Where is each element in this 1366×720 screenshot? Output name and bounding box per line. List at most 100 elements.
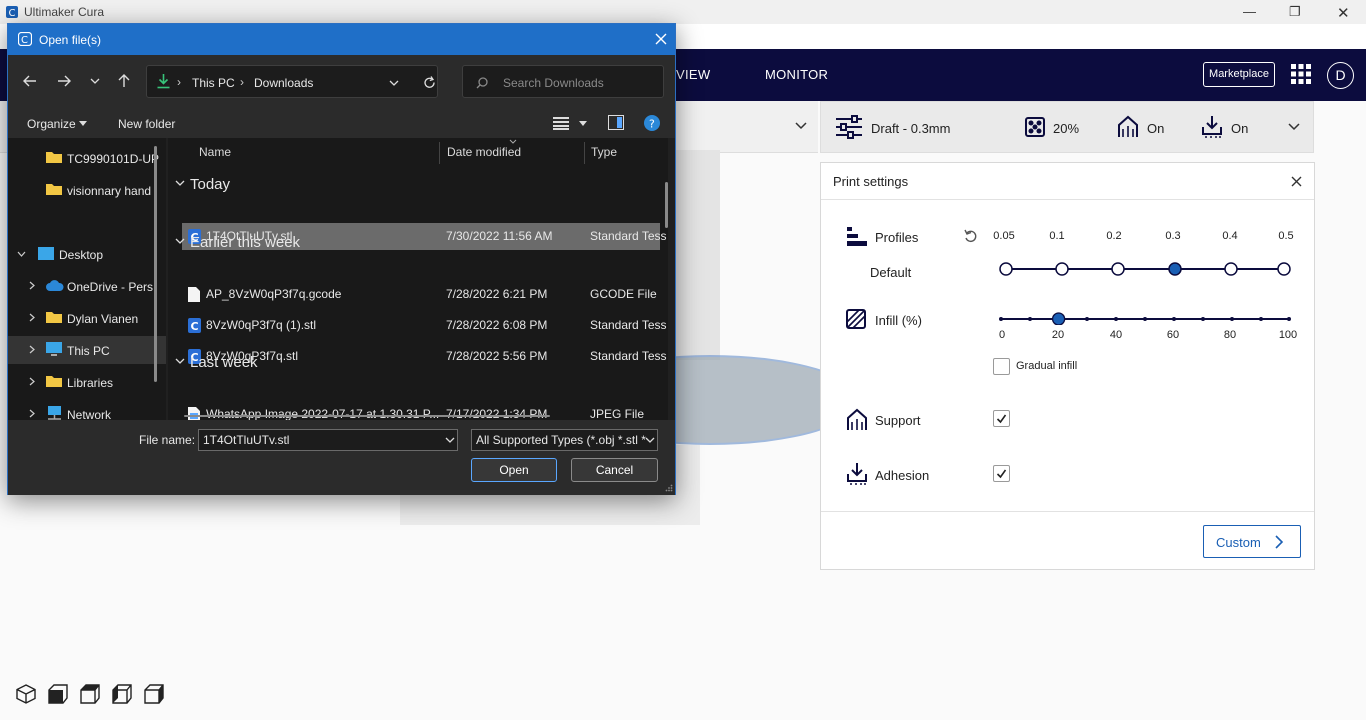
marketplace-button[interactable]: Marketplace [1203,62,1275,87]
close-icon[interactable] [1291,176,1302,187]
group-header-last-week[interactable]: Last week [190,354,258,371]
right-view-icon[interactable] [144,684,164,704]
tab-view[interactable]: VIEW [676,67,710,82]
search-placeholder: Search Downloads [503,76,604,90]
up-arrow-icon[interactable] [118,74,130,88]
layer-height-slider[interactable] [998,260,1292,278]
group-chevron-icon[interactable] [175,238,185,245]
nav-item-label: OneDrive - Pers [67,280,154,294]
nav-item[interactable]: Libraries [8,368,166,396]
recent-locations-chevron-icon[interactable] [90,78,100,85]
group-header-earlier-this-week[interactable]: Earlier this week [190,234,300,251]
preview-pane-icon[interactable] [608,115,624,130]
group-chevron-icon[interactable] [175,180,185,187]
infill-tick-dot [999,317,1003,321]
collapsed-chevron-icon[interactable] [29,345,35,354]
nav-scrollbar[interactable] [154,146,157,382]
nav-item-label: Dylan Vianen [67,312,139,326]
file-date: 7/28/2022 5:56 PM [446,349,548,363]
cancel-button[interactable]: Cancel [571,458,658,482]
file-row[interactable]: AP_8VzW0qP3f7q.gcode 7/28/2022 6:21 PM G… [182,281,660,308]
folder-icon [46,312,62,323]
avatar[interactable]: D [1327,62,1354,89]
adhesion-checkbox[interactable] [993,465,1010,482]
file-row[interactable]: C 8VzW0qP3f7q (1).stl 7/28/2022 6:08 PM … [182,312,667,339]
nav-item[interactable]: Desktop [8,240,166,268]
close-icon[interactable] [655,33,667,45]
file-name-input[interactable]: 1T4OtTluUTv.stl [198,429,458,451]
column-header-type[interactable]: Type [591,138,617,166]
group-chevron-icon[interactable] [175,358,185,365]
download-icon [157,74,170,89]
collapsed-chevron-icon[interactable] [29,313,35,322]
address-dropdown-icon[interactable] [389,80,399,87]
view-dropdown-icon[interactable] [579,121,587,126]
left-view-icon[interactable] [112,684,132,704]
forward-arrow-icon[interactable] [57,75,71,87]
apps-grid-icon[interactable] [1290,63,1312,85]
column-divider[interactable] [584,142,585,164]
gradual-infill-label: Gradual infill [1016,360,1078,372]
print-settings-summary[interactable]: Draft - 0.3mm 20% On On [820,101,1314,153]
reset-icon[interactable] [964,229,978,243]
help-icon[interactable]: ? [644,115,660,131]
custom-button[interactable]: Custom [1203,525,1301,558]
gradual-infill-checkbox[interactable] [993,358,1010,375]
front-view-icon[interactable] [48,684,68,704]
chevron-right-icon [1275,535,1284,549]
tab-monitor[interactable]: MONITOR [765,67,828,82]
infill-summary: 20% [1053,121,1080,136]
infill-slider[interactable] [997,309,1293,325]
maximize-icon[interactable]: ❐ [1289,4,1301,20]
sort-indicator-icon [509,139,517,144]
group-header-today[interactable]: Today [190,176,230,193]
nav-item-label: TC9990101D-UP [67,152,160,166]
pc-icon [46,342,62,356]
search-box[interactable]: Search Downloads [462,65,664,98]
file-row[interactable]: WhatsApp Image 2022-07-17 at 1.30.31 P..… [182,401,660,420]
adhesion-icon [847,463,867,485]
nav-item-label: Network [67,408,112,420]
view-options-icon[interactable] [553,117,569,130]
layer-height-option [999,262,1013,276]
minimize-icon[interactable]: — [1243,4,1256,19]
search-icon [476,77,488,89]
organize-button[interactable]: Organize [27,117,76,131]
column-divider[interactable] [439,142,440,164]
chevron-down-icon[interactable] [1288,122,1300,132]
navigation-bar: › This PC › Downloads Search Downloads [8,55,675,107]
collapsed-chevron-icon[interactable] [29,281,35,290]
breadcrumb-this-pc[interactable]: This PC [192,76,235,90]
collapsed-chevron-icon[interactable] [29,377,35,386]
file-name-dropdown-icon[interactable] [445,437,455,444]
back-arrow-icon[interactable] [23,75,37,87]
3d-view-icon[interactable] [16,684,36,704]
nav-item[interactable]: Network [8,400,166,420]
breadcrumb-downloads[interactable]: Downloads [254,76,313,90]
refresh-icon[interactable] [423,76,436,89]
support-checkbox[interactable] [993,410,1010,427]
nav-item[interactable]: TC9990101D-UP [8,144,166,172]
nav-item[interactable]: OneDrive - Pers [8,272,166,300]
file-type: GCODE File [590,287,657,301]
file-type-select[interactable]: All Supported Types (*.obj *.stl * [471,429,658,451]
column-header-name[interactable]: Name [199,138,231,166]
svg-text:C: C [21,35,28,46]
file-type-dropdown-icon[interactable] [645,437,655,444]
collapsed-chevron-icon[interactable] [29,409,35,418]
file-list-scrollbar[interactable] [665,182,668,228]
infill-tick: 0 [998,329,1006,341]
nav-item[interactable]: visionnary hand [8,176,166,204]
resize-grip-icon[interactable] [665,484,673,492]
top-view-icon[interactable] [80,684,100,704]
support-icon [1118,115,1138,137]
address-bar[interactable]: › This PC › Downloads [146,65,438,98]
nav-item[interactable]: Dylan Vianen [8,304,166,332]
open-button[interactable]: Open [471,458,557,482]
new-folder-button[interactable]: New folder [118,117,175,131]
horizontal-scrollbar[interactable] [184,415,550,417]
expanded-chevron-icon[interactable] [17,251,26,257]
close-window-icon[interactable]: ✕ [1337,4,1350,22]
organize-dropdown-icon[interactable] [79,121,87,126]
nav-item-selected[interactable]: This PC [8,336,166,364]
